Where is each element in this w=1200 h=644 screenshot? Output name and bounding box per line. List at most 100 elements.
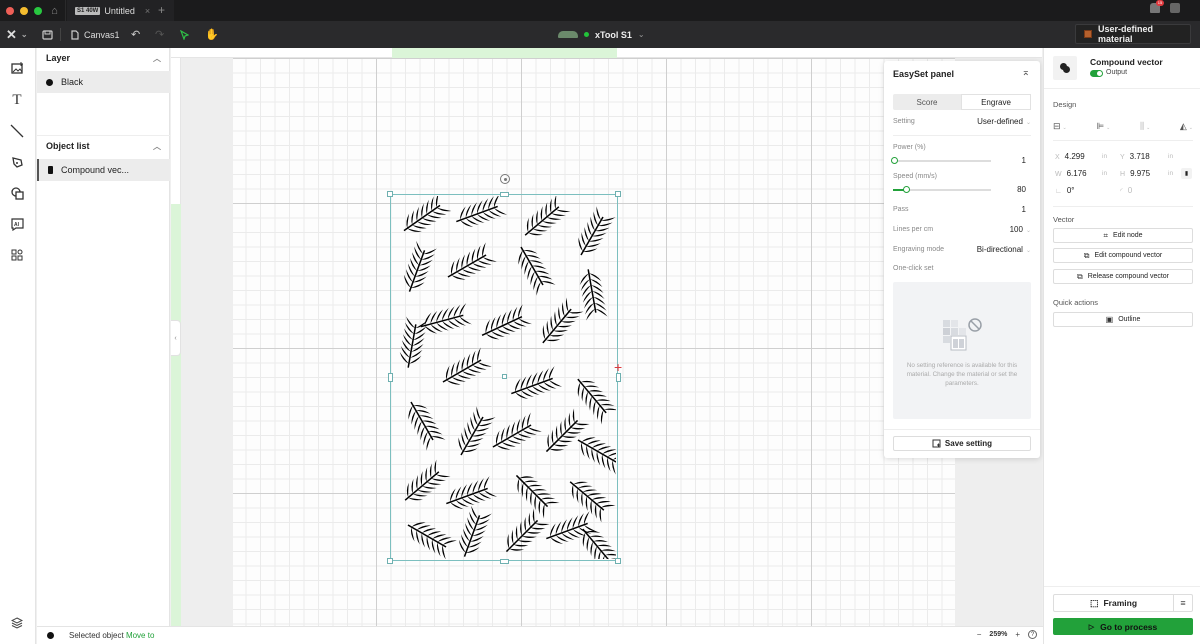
hand-icon: ✋ bbox=[205, 29, 219, 41]
home-tab[interactable]: ⌂ bbox=[44, 0, 66, 21]
help-icon[interactable]: ? bbox=[1028, 630, 1037, 639]
layers-toggle-button[interactable] bbox=[9, 615, 25, 631]
engraving-mode-select[interactable]: Bi-directional bbox=[977, 245, 1023, 254]
power-slider-knob[interactable] bbox=[890, 157, 898, 164]
x-position-field[interactable]: X 4.299 bbox=[1055, 152, 1085, 161]
zoom-level[interactable]: 259% bbox=[989, 631, 1007, 638]
framing-control: ⬚ Framing ≡ bbox=[1053, 594, 1193, 612]
close-tab-icon[interactable]: × bbox=[145, 6, 150, 16]
tab-score[interactable]: Score bbox=[893, 94, 961, 110]
text-tool[interactable]: T bbox=[9, 92, 25, 108]
one-click-label: One-click set bbox=[893, 265, 934, 272]
layer-section-header[interactable]: Layer ︿ bbox=[37, 48, 170, 68]
outline-button[interactable]: ▣ Outline bbox=[1053, 312, 1193, 327]
speed-slider[interactable] bbox=[893, 186, 991, 193]
arrange-icon: ⊟ bbox=[1053, 121, 1061, 131]
minimize-window-button[interactable] bbox=[20, 6, 28, 15]
align-button[interactable]: ⊫ ⌄ bbox=[1096, 121, 1110, 132]
lines-per-cm-select[interactable]: 100 bbox=[1010, 225, 1023, 234]
edit-compound-vector-button[interactable]: ⧉ Edit compound vector bbox=[1053, 248, 1193, 263]
pass-row: Pass 1 bbox=[893, 205, 1031, 214]
resize-handle-s[interactable] bbox=[500, 559, 509, 564]
line-tool[interactable] bbox=[9, 123, 25, 139]
power-slider[interactable] bbox=[890, 157, 991, 164]
output-toggle[interactable] bbox=[1090, 70, 1103, 77]
move-to-link[interactable]: Move to bbox=[126, 631, 154, 640]
tab-engrave[interactable]: Engrave bbox=[961, 94, 1031, 110]
setting-select[interactable]: User-defined bbox=[977, 117, 1023, 126]
layer-item[interactable]: Black bbox=[37, 71, 170, 93]
hand-tool-button[interactable]: ✋ bbox=[205, 21, 219, 48]
zoom-in-button[interactable]: + bbox=[1015, 630, 1020, 639]
canvas-selector[interactable]: Canvas1 bbox=[71, 21, 120, 48]
layer-color-dot bbox=[46, 78, 53, 86]
framing-menu-button[interactable]: ≡ bbox=[1174, 595, 1192, 611]
machine-icon bbox=[558, 31, 578, 38]
go-to-process-button[interactable]: ▷ Go to process bbox=[1053, 618, 1193, 635]
save-button[interactable] bbox=[42, 21, 53, 48]
arrange-button[interactable]: ⊟ ⌄ bbox=[1053, 121, 1067, 132]
center-handle[interactable] bbox=[502, 374, 507, 379]
zoom-out-button[interactable]: − bbox=[977, 630, 982, 639]
device-status-dot bbox=[584, 32, 589, 37]
resize-handle-se[interactable] bbox=[615, 558, 621, 564]
release-compound-vector-button[interactable]: ⧉ Release compound vector bbox=[1053, 269, 1193, 284]
power-value[interactable]: 1 bbox=[1022, 156, 1026, 165]
material-button[interactable]: User-defined material bbox=[1075, 24, 1191, 44]
outline-icon: ▣ bbox=[1105, 315, 1114, 324]
setting-row[interactable]: Setting User-defined ⌄ bbox=[893, 117, 1031, 126]
pass-value[interactable]: 1 bbox=[1022, 205, 1026, 214]
framing-button[interactable]: ⬚ Framing bbox=[1054, 595, 1174, 611]
resize-handle-sw[interactable] bbox=[387, 558, 393, 564]
shapes-tool[interactable] bbox=[9, 185, 25, 201]
device-selector[interactable]: xTool S1 ⌄ bbox=[558, 21, 645, 48]
object-type-title: Compound vector bbox=[1090, 57, 1163, 67]
rotation-field[interactable]: ∟ 0° bbox=[1055, 186, 1075, 195]
speed-value[interactable]: 80 bbox=[1017, 185, 1026, 194]
apps-tool[interactable] bbox=[9, 247, 25, 263]
maximize-window-button[interactable] bbox=[34, 6, 42, 15]
resize-handle-nw[interactable] bbox=[387, 191, 393, 197]
undo-button[interactable]: ↶ bbox=[131, 21, 140, 48]
lines-per-cm-label: Lines per cm bbox=[893, 226, 934, 233]
one-click-row: One-click set bbox=[893, 265, 1031, 272]
distribute-button[interactable]: ⫼ ⌄ bbox=[1140, 121, 1150, 132]
select-tool-button[interactable] bbox=[180, 21, 189, 48]
chevron-up-icon[interactable]: ︿ bbox=[153, 53, 161, 64]
speed-slider-knob[interactable] bbox=[902, 186, 910, 193]
collapse-panel-handle[interactable]: ‹ bbox=[171, 320, 181, 356]
object-list-header[interactable]: Object list ︿ bbox=[37, 136, 170, 156]
rotate-handle[interactable] bbox=[500, 174, 510, 184]
output-label: Output bbox=[1106, 69, 1128, 76]
flip-button[interactable]: ◭ ⌄ bbox=[1180, 121, 1193, 132]
height-field[interactable]: H 9.975 bbox=[1120, 169, 1150, 178]
save-setting-label: Save setting bbox=[944, 439, 993, 448]
lines-per-cm-row: Lines per cm 100 ⌄ bbox=[893, 225, 1031, 234]
window-switch-icon[interactable] bbox=[1170, 3, 1180, 13]
close-window-button[interactable] bbox=[6, 6, 14, 15]
resize-handle-ne[interactable] bbox=[615, 191, 621, 197]
image-tool[interactable] bbox=[9, 60, 25, 76]
save-setting-button[interactable]: Save setting bbox=[893, 436, 1031, 451]
pen-tool[interactable] bbox=[9, 154, 25, 170]
notification-bell-icon[interactable]: 15 bbox=[1150, 0, 1164, 13]
layers-panel: Layer ︿ Black Object list ︿ Compound vec… bbox=[37, 48, 170, 626]
setting-label: Setting bbox=[893, 118, 915, 125]
lock-ratio-button[interactable]: ▮ bbox=[1181, 168, 1192, 179]
document-title: Untitled bbox=[104, 5, 135, 16]
resize-handle-w[interactable] bbox=[388, 373, 393, 382]
object-list-item[interactable]: Compound vec... bbox=[37, 159, 170, 181]
new-tab-button[interactable]: + bbox=[158, 3, 165, 17]
y-position-field[interactable]: Y 3.718 bbox=[1120, 152, 1150, 161]
ai-tool[interactable]: AI bbox=[9, 216, 25, 232]
redo-button[interactable]: ↷ bbox=[155, 21, 164, 48]
easyset-panel: EasySet panel ⌅ Score Engrave Setting Us… bbox=[884, 61, 1040, 458]
chevron-up-icon[interactable]: ︿ bbox=[153, 141, 161, 152]
width-field[interactable]: W 6.176 bbox=[1055, 169, 1087, 178]
corner-radius-field[interactable]: ◜ 0 bbox=[1120, 186, 1132, 195]
collapse-panel-icon[interactable]: ⌅ bbox=[1022, 67, 1030, 78]
title-bar: ⌂ S1 40W Untitled × + 15 bbox=[0, 0, 1200, 21]
resize-handle-n[interactable] bbox=[500, 192, 509, 197]
app-menu-button[interactable]: ✕ ⌄ bbox=[6, 21, 28, 48]
edit-node-button[interactable]: ⌗ Edit node bbox=[1053, 228, 1193, 243]
